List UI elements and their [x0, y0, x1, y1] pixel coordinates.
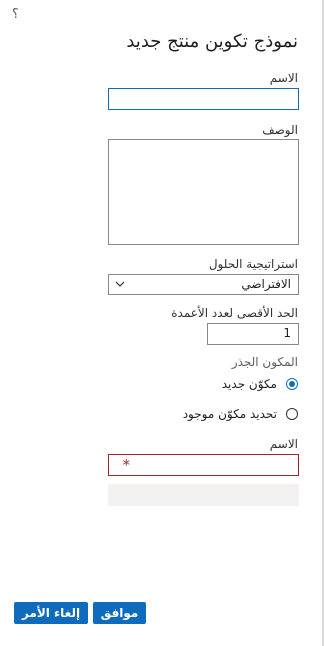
disabled-field	[108, 484, 299, 506]
chevron-down-icon	[115, 281, 125, 287]
max-columns-label: الحد الأقصى لعدد الأعمدة	[171, 306, 298, 320]
description-textarea[interactable]	[108, 139, 299, 245]
page-title: نموذج تكوين منتج جديد	[126, 31, 298, 52]
description-label: الوصف	[262, 123, 298, 137]
radio-new-component[interactable]: مكوّن جديد	[222, 375, 298, 393]
cancel-button[interactable]: إلغاء الأمر	[14, 602, 88, 624]
radio-existing-component-button[interactable]	[286, 408, 298, 420]
name-input[interactable]	[108, 88, 299, 110]
question-icon[interactable]: ?	[12, 7, 19, 22]
strategy-select[interactable]: الافتراضي	[108, 274, 299, 295]
strategy-label: استراتيجية الحلول	[208, 257, 298, 271]
max-columns-input[interactable]: 1	[207, 323, 299, 345]
ok-button[interactable]: موافق	[93, 602, 146, 624]
root-name-label: الاسم	[269, 437, 298, 451]
radio-existing-component[interactable]: تحديد مكوّن موجود	[183, 405, 298, 423]
required-indicator: *	[122, 456, 131, 474]
strategy-selected-value: الافتراضي	[241, 277, 291, 291]
radio-existing-component-label: تحديد مكوّن موجود	[182, 407, 277, 421]
name-label: الاسم	[269, 71, 298, 85]
root-component-label: المكون الجذر	[231, 355, 298, 369]
radio-new-component-label: مكوّن جديد	[221, 377, 277, 391]
root-name-input[interactable]: *	[108, 454, 299, 476]
new-product-configuration-dialog: ? نموذج تكوين منتج جديد الاسم الوصف استر…	[0, 0, 324, 646]
radio-new-component-button[interactable]	[286, 378, 298, 390]
max-columns-value: 1	[283, 326, 291, 340]
